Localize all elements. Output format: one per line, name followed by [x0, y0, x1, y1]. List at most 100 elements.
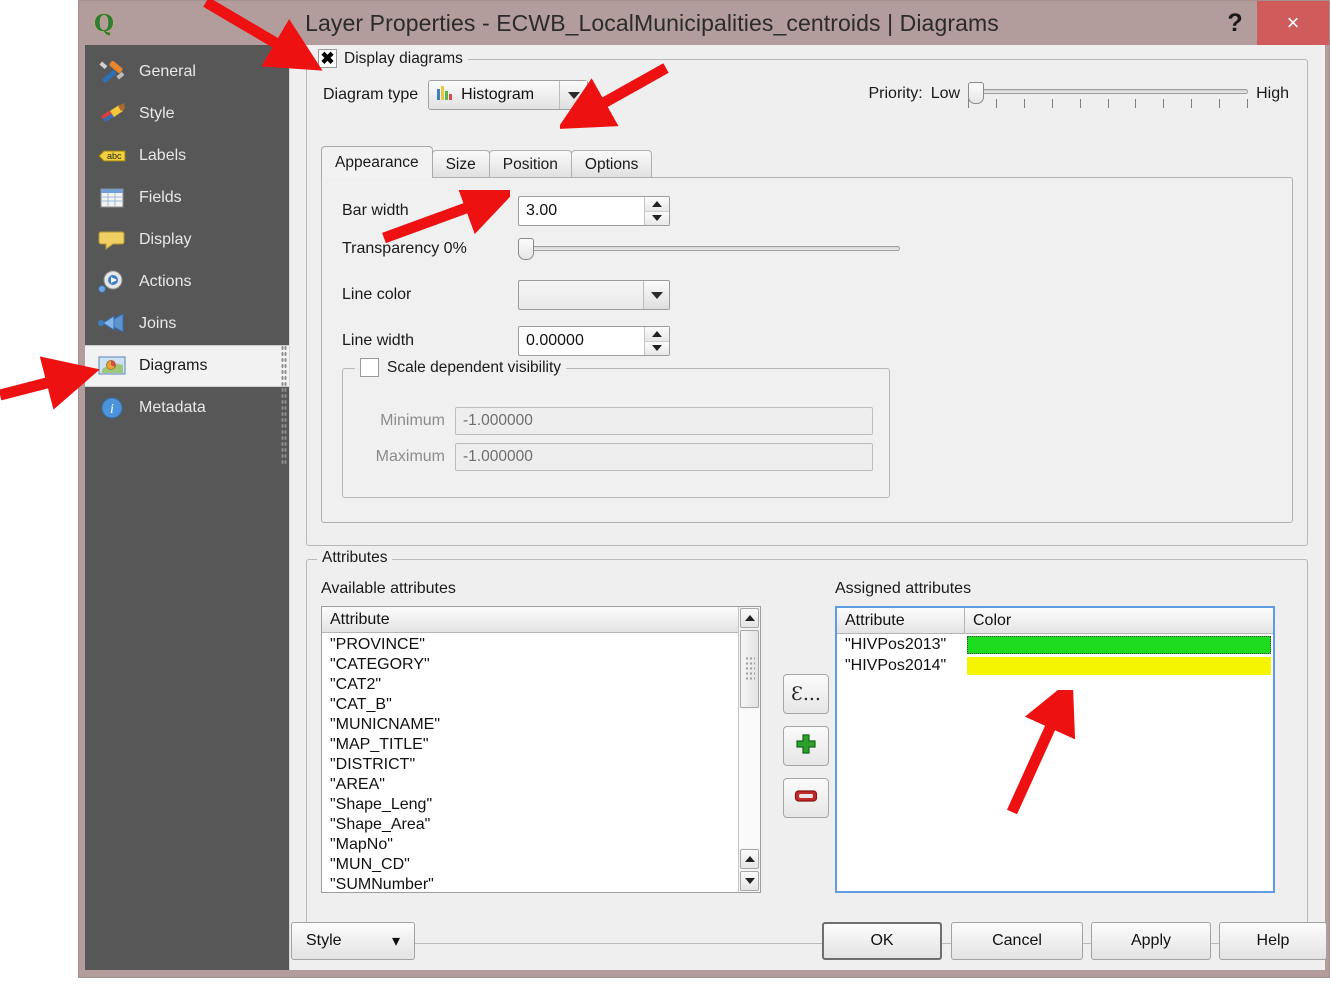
priority-label: Priority: [868, 85, 923, 102]
style-button[interactable]: Style ▾ [291, 922, 415, 960]
bar-width-stepper[interactable]: 3.00 [518, 196, 670, 226]
sidebar-item-display[interactable]: Display [85, 219, 289, 261]
tab-size[interactable]: Size [431, 150, 490, 178]
assigned-attributes-label: Assigned attributes [835, 580, 972, 597]
list-item-label: "CAT2" [330, 676, 382, 693]
line-color-select[interactable] [518, 280, 670, 310]
minimum-row: Minimum -1.000000 [363, 407, 873, 435]
assigned-color-cell[interactable] [965, 655, 1273, 676]
tab-position[interactable]: Position [488, 150, 572, 178]
list-item[interactable]: "CAT2" [322, 675, 760, 695]
spin-down-icon[interactable] [645, 211, 669, 225]
list-item[interactable]: "AREA" [322, 775, 760, 795]
line-width-label: Line width [342, 332, 415, 349]
scroll-down-icon[interactable] [740, 871, 759, 891]
scroll-up-bottom-icon[interactable] [740, 849, 759, 869]
available-attributes-list[interactable]: Attribute "PROVINCE" "CATEGORY" "CAT2" "… [321, 606, 761, 893]
sidebar-item-general[interactable]: General [85, 51, 289, 93]
assigned-attributes-list[interactable]: Attribute Color "HIVPos2013" "HIVPos2014… [835, 606, 1275, 893]
list-item[interactable]: "MAP_TITLE" [322, 735, 760, 755]
title-bar[interactable]: Q Layer Properties - ECWB_LocalMunicipal… [79, 1, 1329, 45]
tab-options[interactable]: Options [570, 150, 653, 178]
sidebar-item-diagrams[interactable]: Diagrams [85, 345, 289, 387]
paintbrush-icon [97, 100, 127, 128]
spin-up-icon[interactable] [645, 197, 669, 212]
list-item-label: "SUMNumber" [330, 876, 434, 893]
sidebar-item-joins[interactable]: Joins [85, 303, 289, 345]
assigned-color-cell[interactable] [965, 634, 1273, 655]
spin-down-icon[interactable] [645, 341, 669, 355]
remove-attribute-button[interactable] [783, 778, 829, 818]
plus-add-icon [795, 733, 817, 760]
table-row[interactable]: "HIVPos2013" [837, 634, 1273, 655]
close-icon[interactable]: × [1257, 1, 1329, 45]
list-item[interactable]: "PROVINCE" [322, 635, 760, 655]
attributes-legend: Attributes [317, 549, 393, 567]
sidebar-item-actions[interactable]: Actions [85, 261, 289, 303]
chevron-down-icon[interactable]: ▾ [392, 931, 400, 951]
line-width-input[interactable]: 0.00000 [519, 332, 644, 350]
scrollbar-thumb[interactable] [740, 630, 759, 708]
scale-visibility-legend: ✖ Scale dependent visibility [355, 358, 567, 377]
list-item[interactable]: "DISTRICT" [322, 755, 760, 775]
priority-slider-knob[interactable] [968, 82, 985, 104]
scroll-up-icon[interactable] [740, 608, 759, 628]
available-list-rows: "PROVINCE" "CATEGORY" "CAT2" "CAT_B" "MU… [322, 633, 760, 895]
assigned-list-header[interactable]: Attribute Color [837, 608, 1273, 634]
available-list-header[interactable]: Attribute [322, 607, 760, 633]
titlebar-help-icon[interactable]: ? [1213, 1, 1257, 45]
bar-width-input[interactable]: 3.00 [519, 202, 644, 220]
hammer-screwdriver-icon [97, 58, 127, 86]
sidebar-item-labels[interactable]: abc Labels [85, 135, 289, 177]
maximum-row: Maximum -1.000000 [363, 443, 873, 471]
scale-visibility-group: ✖ Scale dependent visibility Minimum -1.… [342, 358, 890, 498]
list-item[interactable]: "CATEGORY" [322, 655, 760, 675]
sidebar-item-fields[interactable]: Fields [85, 177, 289, 219]
apply-button[interactable]: Apply [1091, 922, 1211, 960]
list-item[interactable]: "MUN_CD" [322, 855, 760, 875]
list-item-label: "PROVINCE" [330, 636, 425, 653]
list-item[interactable]: "SUMNumber" [322, 875, 760, 895]
settings-sidebar: General Style abc Labels Fields Display … [85, 45, 289, 970]
minus-remove-icon [794, 788, 818, 809]
scrollbar-trough[interactable] [739, 709, 760, 848]
sidebar-resize-grip[interactable] [281, 345, 287, 465]
color-swatch-yellow [967, 656, 1271, 675]
diagram-type-select[interactable]: Histogram [428, 80, 589, 110]
chevron-down-icon[interactable] [559, 81, 588, 109]
add-attribute-button[interactable] [783, 726, 829, 766]
transparency-slider-knob[interactable] [518, 238, 534, 260]
ok-button[interactable]: OK [822, 922, 942, 960]
display-diagrams-checkbox[interactable]: ✖ [318, 49, 337, 68]
cancel-button[interactable]: Cancel [951, 922, 1083, 960]
priority-low-label: Low [930, 85, 961, 102]
list-item[interactable]: "CAT_B" [322, 695, 760, 715]
list-item[interactable]: "Shape_Area" [322, 815, 760, 835]
sidebar-item-metadata[interactable]: i Metadata [85, 387, 289, 429]
sidebar-item-style[interactable]: Style [85, 93, 289, 135]
list-item[interactable]: "MUNICNAME" [322, 715, 760, 735]
assigned-list-rows: "HIVPos2013" "HIVPos2014" [837, 634, 1273, 676]
chevron-down-icon[interactable] [643, 281, 669, 309]
scale-visibility-checkbox[interactable]: ✖ [360, 358, 379, 377]
list-item[interactable]: "Shape_Leng" [322, 795, 760, 815]
bar-width-row: Bar width 3.00 [342, 196, 670, 226]
priority-slider[interactable] [968, 82, 1249, 108]
table-row[interactable]: "HIVPos2014" [837, 655, 1273, 676]
display-diagrams-legend: ✖ Display diagrams [313, 49, 468, 68]
line-width-spin-arrows[interactable] [644, 327, 669, 355]
spin-up-icon[interactable] [645, 327, 669, 342]
bar-width-spin-arrows[interactable] [644, 197, 669, 225]
line-width-stepper[interactable]: 0.00000 [518, 326, 670, 356]
transparency-slider[interactable] [518, 238, 900, 260]
maximum-input[interactable]: -1.000000 [455, 443, 873, 471]
available-list-scrollbar[interactable] [738, 607, 760, 892]
help-button[interactable]: Help [1219, 922, 1327, 960]
list-item[interactable]: "MapNo" [322, 835, 760, 855]
expression-button[interactable]: Ɛ... [783, 674, 829, 714]
priority-slider-track [968, 89, 1249, 94]
tab-appearance[interactable]: Appearance [321, 146, 433, 178]
minimum-input[interactable]: -1.000000 [455, 407, 873, 435]
scrollbar-grip [744, 656, 755, 682]
available-attributes-label: Available attributes [321, 580, 456, 597]
